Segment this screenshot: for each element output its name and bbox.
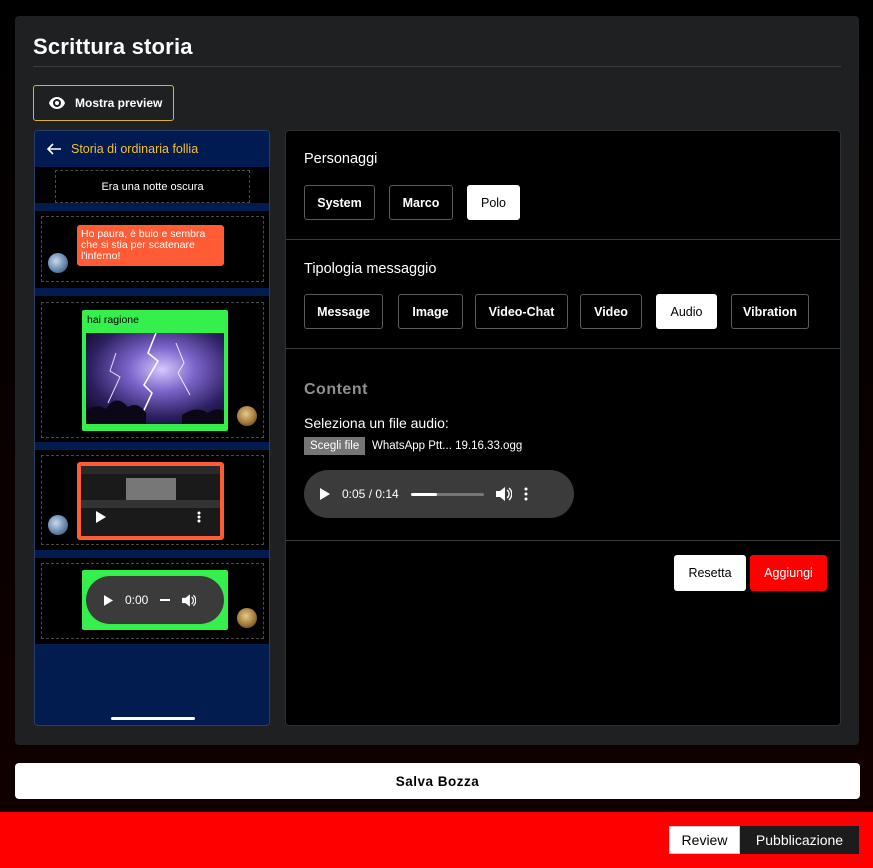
- preview-audio-player[interactable]: 0:00: [86, 576, 224, 624]
- phone-header: Storia di ordinaria follia: [35, 131, 269, 167]
- narration-text: Era una notte oscura: [55, 170, 250, 203]
- arrow-back-icon[interactable]: [47, 143, 61, 155]
- message-bubble: Ho paura, è buio e sembra che si stia pe…: [77, 225, 224, 266]
- review-button[interactable]: Review: [669, 826, 740, 854]
- story-title: Storia di ordinaria follia: [71, 142, 199, 156]
- show-preview-button[interactable]: Mostra preview: [33, 85, 174, 121]
- kebab-icon[interactable]: [524, 487, 528, 501]
- save-draft-button[interactable]: Salva Bozza: [15, 763, 860, 799]
- avatar: [48, 253, 68, 273]
- add-button[interactable]: Aggiungi: [750, 555, 827, 591]
- message-audio-block: 0:00: [35, 558, 269, 644]
- audio-bubble: 0:00: [82, 570, 228, 630]
- type-video-button[interactable]: Video: [580, 294, 642, 329]
- page-title: Scrittura storia: [33, 34, 193, 59]
- play-icon[interactable]: [320, 488, 330, 500]
- content-heading: Content: [304, 381, 368, 398]
- audio-progress-bar[interactable]: [410, 492, 484, 496]
- audio-progress[interactable]: [160, 599, 171, 601]
- choose-file-button[interactable]: Scegli file: [304, 437, 366, 455]
- publish-button[interactable]: Pubblicazione: [740, 826, 859, 854]
- avatar: [237, 406, 257, 426]
- selected-file-name: WhatsApp Ptt... 19.16.33.ogg: [372, 440, 523, 452]
- eye-icon: [49, 97, 65, 109]
- type-vibration-button[interactable]: Vibration: [731, 294, 809, 329]
- type-image-button[interactable]: Image: [398, 294, 463, 329]
- kebab-icon[interactable]: [197, 511, 201, 523]
- reset-button[interactable]: Resetta: [674, 555, 746, 591]
- message-image-block: hai ragione: [35, 296, 269, 442]
- divider: [286, 540, 840, 541]
- play-icon[interactable]: [104, 594, 113, 606]
- home-indicator: [111, 717, 195, 720]
- audio-progress-fill: [410, 492, 437, 496]
- play-icon[interactable]: [96, 511, 106, 523]
- title-divider: [33, 66, 841, 67]
- narration-block: Era una notte oscura: [35, 167, 269, 203]
- image-caption: hai ragione: [87, 314, 139, 326]
- video-bubble: [77, 462, 224, 540]
- volume-icon[interactable]: [495, 487, 512, 501]
- type-video-chat-button[interactable]: Video-Chat: [475, 294, 568, 329]
- divider: [286, 239, 840, 240]
- type-audio-button[interactable]: Audio: [656, 294, 717, 329]
- divider: [286, 348, 840, 349]
- story-editor-card: Scrittura storia Mostra preview Storia d…: [15, 16, 859, 745]
- character-polo-button[interactable]: Polo: [467, 185, 520, 220]
- character-marco-button[interactable]: Marco: [389, 185, 453, 220]
- avatar: [237, 608, 257, 628]
- message-form-panel: Personaggi System Marco Polo Tipologia m…: [285, 130, 841, 726]
- lightning-image: [86, 333, 224, 424]
- phone-preview: Storia di ordinaria follia Era una notte…: [34, 130, 270, 726]
- characters-label: Personaggi: [304, 151, 378, 167]
- image-bubble: hai ragione: [82, 310, 228, 431]
- message-video-block: [35, 450, 269, 550]
- bottom-action-bar: Review Pubblicazione: [0, 812, 873, 868]
- volume-icon[interactable]: [182, 593, 197, 607]
- avatar: [48, 515, 68, 535]
- audio-time: 0:05 / 0:14: [342, 487, 399, 501]
- audio-player[interactable]: 0:05 / 0:14: [304, 470, 574, 518]
- message-text-block: Ho paura, è buio e sembra che si stia pe…: [35, 211, 269, 288]
- message-type-label: Tipologia messaggio: [304, 261, 437, 277]
- video-player[interactable]: [81, 466, 220, 536]
- audio-file-label: Seleziona un file audio:: [304, 415, 449, 431]
- character-system-button[interactable]: System: [304, 185, 375, 220]
- show-preview-label: Mostra preview: [75, 96, 163, 110]
- type-message-button[interactable]: Message: [304, 294, 383, 329]
- audio-time: 0:00: [125, 593, 149, 607]
